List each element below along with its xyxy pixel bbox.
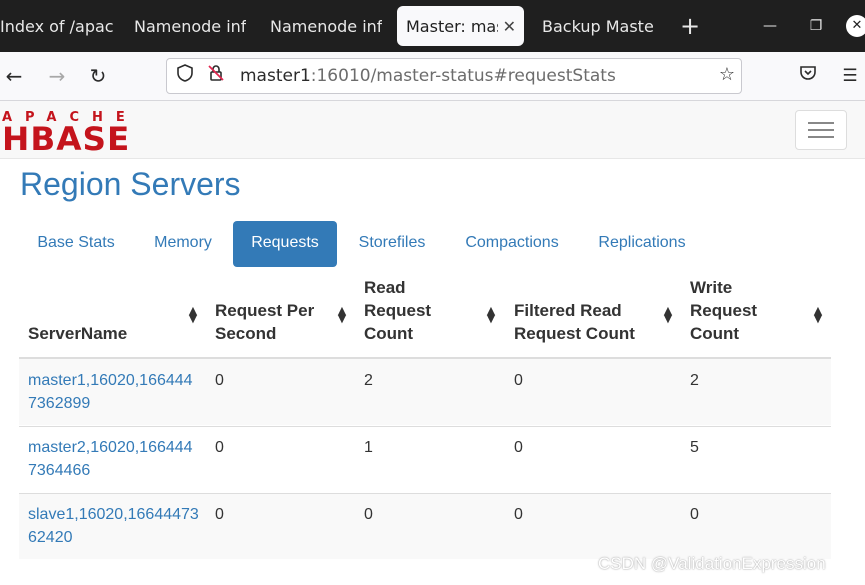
header-line: Request xyxy=(690,301,758,320)
hamburger-bar xyxy=(808,122,834,124)
row-divider xyxy=(19,426,831,427)
server-name-link[interactable]: slave1,16020,1664447362420 xyxy=(28,503,200,549)
column-header-filtered-read-request-count[interactable]: Filtered Read Request Count xyxy=(514,299,635,345)
watermark: CSDN @ValidationExpression xyxy=(598,554,826,573)
browser-tab-active[interactable]: Master: mas ✕ xyxy=(397,6,524,46)
column-header-write-request-count[interactable]: Write Request Count xyxy=(690,276,757,345)
write-request-count-cell: 0 xyxy=(690,506,699,523)
tab-title: Namenode inf xyxy=(134,16,246,36)
forward-icon[interactable]: → xyxy=(43,62,71,90)
row-divider xyxy=(19,493,831,494)
tab-replications[interactable]: Replications xyxy=(584,221,700,267)
header-line: Count xyxy=(364,324,414,343)
close-icon[interactable]: ✕ xyxy=(846,15,865,37)
hamburger-bar xyxy=(808,136,834,138)
restore-icon[interactable]: ❐ xyxy=(804,14,828,38)
browser-tab[interactable]: Namenode inf xyxy=(270,0,382,52)
url-path: :16010/master-status#requestStats xyxy=(310,66,616,86)
filtered-read-request-count-cell: 0 xyxy=(514,439,523,456)
browser-tab[interactable]: Backup Maste xyxy=(542,0,654,52)
logo-hbase-text: HBASE xyxy=(2,120,131,158)
sort-icon[interactable]: ▲ ▼ xyxy=(188,305,198,324)
tab-title: Namenode inf xyxy=(270,16,382,36)
read-request-count-cell: 0 xyxy=(364,506,373,523)
url-text: master1:16010/master-status#requestStats xyxy=(240,66,616,86)
write-request-count-cell: 2 xyxy=(690,372,699,389)
hbase-logo[interactable]: APACHE HBASE xyxy=(2,110,164,158)
header-line: Read xyxy=(364,278,406,297)
filtered-read-request-count-cell: 0 xyxy=(514,506,523,523)
tab-compactions[interactable]: Compactions xyxy=(450,221,574,267)
browser-tab[interactable]: Namenode inf xyxy=(134,0,246,52)
url-host: master1 xyxy=(240,66,311,86)
browser-toolbar: ← → ↻ master1:16010/master-status#reques… xyxy=(0,52,865,101)
hbase-navbar: APACHE HBASE xyxy=(0,101,865,159)
browser-tab[interactable]: Index of /apac xyxy=(0,0,118,52)
request-per-second-cell: 0 xyxy=(215,439,224,456)
column-header-read-request-count[interactable]: Read Request Count xyxy=(364,276,431,345)
request-per-second-cell: 0 xyxy=(215,372,224,389)
column-header-servername[interactable]: ServerName xyxy=(28,322,127,345)
header-line: ServerName xyxy=(28,324,128,343)
header-line: Write xyxy=(690,278,733,297)
hamburger-menu-button[interactable] xyxy=(795,110,847,150)
header-line: Second xyxy=(215,324,277,343)
table-row: slave1,16020,1664447362420 0 0 0 0 xyxy=(19,493,831,559)
tab-title: Master: mas xyxy=(406,16,498,36)
read-request-count-cell: 1 xyxy=(364,439,373,456)
table-row: master2,16020,1664447364466 0 1 0 5 xyxy=(19,426,831,492)
header-line: Request Per xyxy=(215,301,315,320)
tab-base-stats[interactable]: Base Stats xyxy=(18,221,134,267)
server-name-link[interactable]: master2,16020,1664447364466 xyxy=(28,436,200,482)
sort-icon[interactable]: ▲ ▼ xyxy=(337,305,347,324)
tab-requests[interactable]: Requests xyxy=(233,221,337,267)
star-icon[interactable]: ☆ xyxy=(719,64,735,85)
sort-icon[interactable]: ▲ ▼ xyxy=(486,305,496,324)
request-per-second-cell: 0 xyxy=(215,506,224,523)
page-title: Region Servers xyxy=(20,166,241,202)
sort-icon[interactable]: ▲ ▼ xyxy=(813,305,823,324)
sort-icon[interactable]: ▲ ▼ xyxy=(663,305,673,324)
close-icon[interactable]: ✕ xyxy=(503,17,516,36)
header-line: Request xyxy=(364,301,432,320)
column-header-request-per-second[interactable]: Request Per Second xyxy=(215,299,314,345)
pocket-icon[interactable] xyxy=(796,64,820,88)
minimize-icon[interactable]: — xyxy=(758,14,782,38)
tab-title: Index of /apac xyxy=(0,16,114,36)
server-name-link[interactable]: master1,16020,1664447362899 xyxy=(28,369,200,415)
header-line: Count xyxy=(690,324,740,343)
tab-title: Backup Maste xyxy=(542,16,654,36)
browser-tab-strip: Index of /apac Namenode inf Namenode inf… xyxy=(0,0,865,52)
hamburger-bar xyxy=(808,129,834,131)
read-request-count-cell: 2 xyxy=(364,372,373,389)
reload-icon[interactable]: ↻ xyxy=(84,62,112,90)
table-row: master1,16020,1664447362899 0 2 0 2 xyxy=(19,359,831,425)
tab-storefiles[interactable]: Storefiles xyxy=(344,221,440,267)
header-line: Filtered Read xyxy=(514,301,622,320)
back-icon[interactable]: ← xyxy=(0,62,28,90)
url-bar[interactable]: master1:16010/master-status#requestStats… xyxy=(166,58,742,94)
shield-icon[interactable] xyxy=(174,64,196,86)
write-request-count-cell: 5 xyxy=(690,439,699,456)
tab-memory[interactable]: Memory xyxy=(140,221,226,267)
plus-icon[interactable]: + xyxy=(678,10,702,42)
filtered-read-request-count-cell: 0 xyxy=(514,372,523,389)
insecure-lock-icon[interactable] xyxy=(205,64,227,86)
header-line: Request Count xyxy=(514,324,635,343)
menu-icon[interactable]: ☰ xyxy=(838,64,862,88)
